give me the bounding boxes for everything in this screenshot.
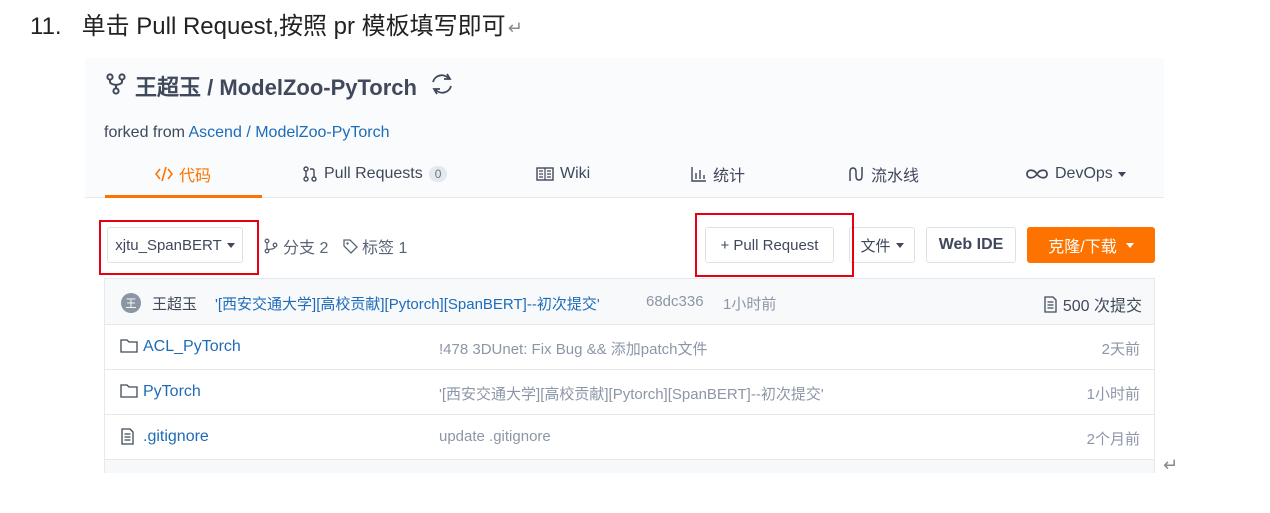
- tab-devops[interactable]: DevOps: [1025, 153, 1126, 195]
- folder-icon: [120, 338, 138, 358]
- forked-separator: /: [246, 124, 251, 141]
- pull-request-icon: [302, 166, 318, 182]
- file-time: 2天前: [1101, 341, 1140, 358]
- clone-download-button[interactable]: 克隆/下载: [1027, 227, 1155, 263]
- tags-label: 标签 1: [362, 240, 408, 257]
- repo-title[interactable]: 王超玉 / ModelZoo-PyTorch: [135, 70, 417, 102]
- active-tab-indicator: [105, 195, 262, 198]
- commit-count-link[interactable]: 500 次提交: [1043, 292, 1142, 316]
- file-menu-label: 文件: [860, 237, 891, 255]
- tags-link[interactable]: 标签 1: [342, 234, 407, 258]
- sync-icon[interactable]: [429, 71, 455, 102]
- file-name[interactable]: ACL_PyTorch: [143, 338, 241, 356]
- forked-owner-link[interactable]: Ascend: [188, 124, 241, 141]
- repo-separator: /: [207, 75, 214, 100]
- latest-commit-row: 王 王超玉 '[西安交通大学][高校贡献][Pytorch][SpanBERT]…: [105, 279, 1154, 325]
- file-name[interactable]: PyTorch: [143, 383, 201, 401]
- tab-wiki[interactable]: Wiki: [536, 153, 590, 195]
- tab-wiki-label: Wiki: [560, 165, 591, 182]
- pipeline-icon: [847, 166, 865, 182]
- commit-time: 1小时前: [723, 296, 777, 313]
- tab-stats[interactable]: 统计: [691, 153, 745, 195]
- return-mark: ↵: [1163, 455, 1179, 475]
- tag-icon: [343, 239, 358, 254]
- file-menu-button[interactable]: 文件: [849, 227, 915, 263]
- forked-label: forked from: [104, 124, 185, 141]
- tab-devops-label: DevOps: [1055, 165, 1113, 182]
- file-commit-message[interactable]: !478 3DUnet: Fix Bug && 添加patch文件: [439, 338, 707, 359]
- infinity-icon: [1025, 167, 1049, 181]
- file-time: 2个月前: [1086, 431, 1140, 448]
- file-commit-message[interactable]: update .gitignore: [439, 428, 551, 445]
- step-text: 单击 Pull Request,按照 pr 模板填写即可: [81, 13, 506, 40]
- file-time: 1小时前: [1086, 386, 1140, 403]
- commit-author[interactable]: 王超玉: [152, 293, 197, 314]
- tab-stats-label: 统计: [713, 168, 746, 185]
- branches-label: 分支 2: [283, 240, 329, 257]
- tab-pipeline-label: 流水线: [871, 168, 920, 185]
- chevron-down-icon: [895, 242, 904, 248]
- table-row[interactable]: .gitignore update .gitignore 2个月前: [105, 415, 1154, 460]
- folder-icon: [120, 383, 138, 403]
- tab-pull-requests[interactable]: Pull Requests 0: [302, 153, 448, 195]
- web-ide-button[interactable]: Web IDE: [926, 227, 1016, 263]
- commit-message[interactable]: '[西安交通大学][高校贡献][Pytorch][SpanBERT]--初次提交…: [215, 293, 600, 314]
- instruction-text: 11. 单击 Pull Request,按照 pr 模板填写即可 ↵: [30, 6, 523, 41]
- file-commit-message[interactable]: '[西安交通大学][高校贡献][Pytorch][SpanBERT]--初次提交…: [439, 383, 824, 404]
- gitee-screenshot: 王超玉 / ModelZoo-PyTorch forked from Ascen…: [85, 58, 1164, 473]
- file-name[interactable]: .gitignore: [143, 428, 209, 446]
- table-row[interactable]: ACL_PyTorch !478 3DUnet: Fix Bug && 添加pa…: [105, 325, 1154, 370]
- wiki-icon: [536, 167, 554, 181]
- clone-download-label: 克隆/下载: [1048, 239, 1117, 256]
- tab-pipeline[interactable]: 流水线: [847, 153, 919, 195]
- pull-request-highlight-box: [695, 213, 854, 277]
- step-number: 11.: [30, 13, 62, 40]
- repo-owner[interactable]: 王超玉: [135, 75, 201, 100]
- branch-icon: [264, 238, 278, 254]
- table-row[interactable]: [105, 460, 1154, 473]
- tab-code[interactable]: 代码: [155, 153, 211, 195]
- commit-count: 500 次提交: [1062, 298, 1142, 315]
- chart-icon: [691, 166, 707, 182]
- chevron-down-icon: [1125, 242, 1134, 248]
- file-table: 王 王超玉 '[西安交通大学][高校贡献][Pytorch][SpanBERT]…: [104, 278, 1155, 473]
- fork-icon: [105, 72, 127, 100]
- forked-from: forked from Ascend / ModelZoo-PyTorch: [104, 124, 390, 142]
- repo-header: 王超玉 / ModelZoo-PyTorch: [105, 70, 455, 102]
- file-icon: [120, 428, 135, 450]
- branches-link[interactable]: 分支 2: [263, 234, 328, 258]
- commit-sha[interactable]: 68dc336: [646, 293, 704, 310]
- table-row[interactable]: PyTorch '[西安交通大学][高校贡献][Pytorch][SpanBER…: [105, 370, 1154, 415]
- branch-highlight-box: [99, 220, 259, 275]
- repo-tabs: 代码 Pull Requests 0 Wiki 统计 流水线 DevOps: [85, 153, 1164, 198]
- tab-pull-requests-label: Pull Requests: [324, 165, 423, 182]
- commits-icon: [1044, 295, 1057, 313]
- chevron-down-icon: [1117, 171, 1126, 177]
- forked-repo-link[interactable]: ModelZoo-PyTorch: [255, 124, 389, 141]
- avatar[interactable]: 王: [121, 293, 141, 313]
- pull-requests-count-badge: 0: [428, 166, 448, 182]
- repo-name[interactable]: ModelZoo-PyTorch: [219, 75, 417, 100]
- return-mark: ↵: [507, 18, 523, 38]
- code-icon: [155, 166, 173, 182]
- tab-code-label: 代码: [179, 168, 212, 185]
